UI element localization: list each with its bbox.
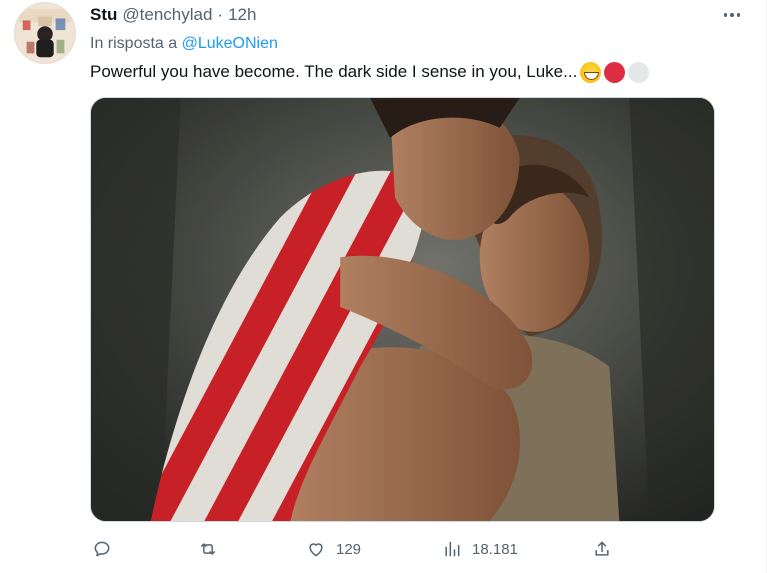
views-action[interactable]: 18.181 [442, 536, 518, 562]
like-count: 129 [336, 540, 362, 558]
avatar-image [15, 3, 75, 63]
reply-action[interactable] [92, 536, 122, 562]
share-action[interactable] [592, 536, 622, 562]
author-name[interactable]: Stu [90, 4, 117, 26]
timestamp[interactable]: 12h [228, 4, 256, 26]
reply-icon [94, 541, 110, 557]
tweet-text: Powerful you have become. The dark side … [90, 60, 650, 84]
more-options-icon[interactable] [720, 4, 744, 26]
tweet-media-photo[interactable] [90, 97, 715, 522]
author-handle[interactable]: @tenchylad [122, 4, 212, 26]
tweet-text-content: Powerful you have become. The dark side … [90, 62, 578, 81]
reply-prefix: In risposta a [90, 35, 178, 52]
retweet-icon [201, 543, 215, 555]
tweet-actions: 129 18.181 [90, 536, 620, 562]
avatar[interactable] [14, 2, 76, 64]
retweet-action[interactable] [198, 536, 228, 562]
views-icon [445, 541, 460, 557]
heart-icon [309, 543, 323, 557]
red-circle-emoji [604, 61, 626, 83]
grinning-face-emoji [580, 61, 602, 83]
like-action[interactable]: 129 [306, 536, 361, 562]
separator-dot: · [217, 5, 224, 24]
share-icon [595, 541, 609, 556]
photo-image [91, 98, 714, 521]
white-circle-emoji [628, 61, 650, 83]
reply-mention-link[interactable]: @LukeONien [182, 35, 278, 52]
views-count: 18.181 [472, 540, 518, 558]
tweet-header: Stu @tenchylad · 12h [90, 4, 256, 26]
tweet[interactable]: Stu @tenchylad · 12h In risposta a @Luke… [0, 0, 767, 573]
reply-context: In risposta a @LukeONien [90, 33, 278, 55]
